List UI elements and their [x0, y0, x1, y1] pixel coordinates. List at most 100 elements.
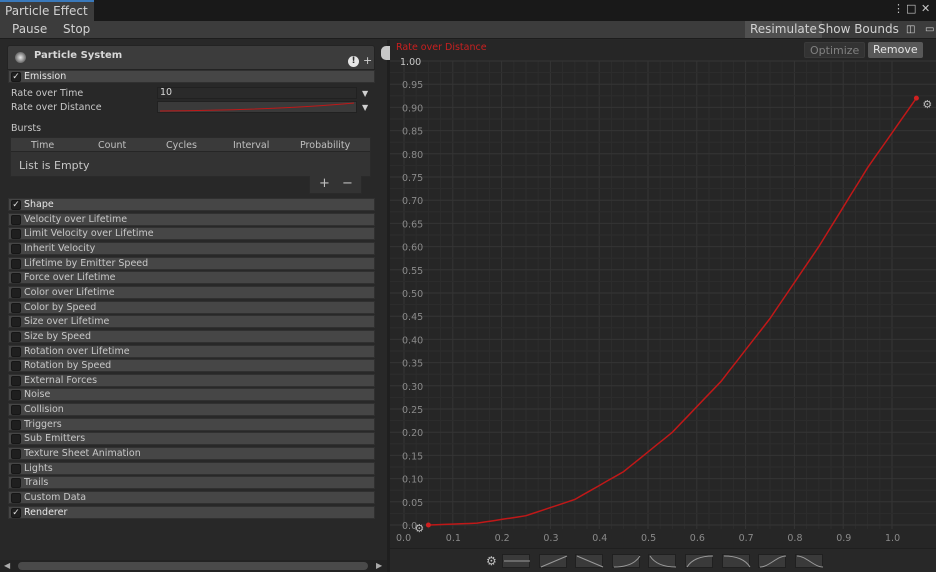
module-checkbox[interactable] — [11, 214, 21, 225]
emission-checkbox[interactable]: ✓ — [11, 72, 21, 82]
dropdown-arrow-icon[interactable]: ▼ — [362, 89, 368, 98]
resimulate-toggle[interactable]: Resimulate — [745, 21, 822, 38]
rate-over-time-field[interactable]: 10 — [157, 87, 357, 99]
rate-over-distance-curve-field[interactable] — [157, 101, 357, 113]
layout-icon[interactable]: ◫ — [901, 21, 920, 38]
curve-presets-bar: ⚙ — [390, 548, 936, 572]
module-label: Velocity over Lifetime — [24, 213, 128, 225]
empty-list-text: List is Empty — [19, 159, 90, 172]
module-checkbox[interactable] — [11, 405, 21, 416]
module-label: Size over Lifetime — [24, 316, 110, 328]
lock-icon[interactable]: ▭ — [920, 21, 936, 38]
module-checkbox[interactable] — [11, 375, 21, 386]
module-checkbox[interactable] — [11, 273, 21, 284]
scroll-right-icon[interactable]: ▶ — [376, 561, 382, 570]
scrollbar-thumb[interactable] — [18, 562, 368, 570]
module-trails[interactable]: Trails — [8, 476, 375, 490]
module-lights[interactable]: Lights — [8, 461, 375, 475]
key-gear-icon[interactable]: ⚙ — [414, 522, 424, 535]
particle-system-header[interactable]: Particle System ! + — [7, 45, 375, 70]
show-bounds-toggle[interactable]: Show Bounds — [813, 21, 904, 38]
curve-preset-button[interactable] — [721, 554, 751, 568]
scene-toolbar: Pause Stop Resimulate Show Bounds ◫ ▭ — [0, 21, 936, 39]
module-checkbox[interactable] — [11, 229, 21, 240]
key-gear-icon[interactable]: ⚙ — [922, 98, 932, 111]
module-checkbox[interactable] — [11, 317, 21, 328]
scroll-left-icon[interactable]: ◀ — [4, 561, 10, 570]
module-size-by-speed[interactable]: Size by Speed — [8, 329, 375, 343]
module-external-forces[interactable]: External Forces — [8, 373, 375, 387]
warning-icon[interactable]: ! — [348, 56, 359, 67]
maximize-icon[interactable]: □ — [906, 2, 916, 15]
x-tick-label: 0.9 — [836, 533, 851, 544]
add-burst-button[interactable]: + — [319, 176, 330, 191]
close-icon[interactable]: ✕ — [921, 2, 930, 15]
module-rotation-by-speed[interactable]: Rotation by Speed — [8, 359, 375, 373]
module-noise[interactable]: Noise — [8, 388, 375, 402]
module-checkbox[interactable]: ✓ — [11, 200, 21, 210]
module-size-over-lifetime[interactable]: Size over Lifetime — [8, 315, 375, 329]
module-limit-velocity-over-lifetime[interactable]: Limit Velocity over Lifetime — [8, 227, 375, 241]
curve-preset-button[interactable] — [575, 554, 604, 568]
module-checkbox[interactable] — [11, 449, 21, 460]
curve-preset-button[interactable] — [685, 554, 714, 568]
module-texture-sheet-animation[interactable]: Texture Sheet Animation — [8, 447, 375, 461]
x-tick-label: 0.3 — [543, 533, 558, 544]
module-collision[interactable]: Collision — [8, 403, 375, 417]
module-rotation-over-lifetime[interactable]: Rotation over Lifetime — [8, 344, 375, 358]
module-checkbox[interactable] — [11, 434, 21, 445]
stop-button[interactable]: Stop — [58, 21, 95, 38]
module-renderer[interactable]: ✓ Renderer — [8, 505, 375, 519]
module-lifetime-by-emitter-speed[interactable]: Lifetime by Emitter Speed — [8, 256, 375, 270]
preset-curve-icon — [576, 555, 604, 568]
module-checkbox[interactable] — [11, 478, 21, 489]
curve-preset-button[interactable] — [794, 554, 823, 568]
rate-over-time-label: Rate over Time — [11, 88, 84, 99]
module-force-over-lifetime[interactable]: Force over Lifetime — [8, 271, 375, 285]
curve-key-end[interactable] — [913, 95, 919, 101]
module-checkbox[interactable] — [11, 331, 21, 342]
tab-particle-effect[interactable]: Particle Effect — [0, 0, 94, 21]
horizontal-scrollbar[interactable]: ◀ ▶ — [0, 560, 387, 572]
module-velocity-over-lifetime[interactable]: Velocity over Lifetime — [8, 212, 375, 226]
curve-preset-button[interactable] — [758, 554, 787, 568]
module-checkbox[interactable]: ✓ — [11, 507, 21, 518]
module-label: Custom Data — [24, 492, 87, 503]
module-checkbox[interactable] — [11, 463, 21, 474]
module-shape[interactable]: ✓ Shape — [8, 198, 375, 211]
y-tick-label: 0.40 — [402, 335, 423, 346]
curve-chart[interactable]: 1.00 0.95 0.90 0.85 0.80 0.75 0.70 0.65 0.60 0.55… — [390, 40, 936, 548]
dropdown-arrow-icon[interactable]: ▼ — [362, 103, 368, 112]
module-checkbox[interactable] — [11, 287, 21, 298]
curve-preset-button[interactable] — [648, 554, 677, 568]
module-checkbox[interactable] — [11, 243, 21, 254]
remove-button[interactable]: Remove — [868, 42, 923, 58]
curve-key-start[interactable] — [425, 522, 431, 528]
window-menu-icon[interactable]: ⋮ — [893, 2, 904, 15]
module-checkbox[interactable] — [11, 258, 21, 269]
curve-editor[interactable]: 1.00 0.95 0.90 0.85 0.80 0.75 0.70 0.65 0.60 0.55… — [390, 40, 936, 548]
gear-icon[interactable]: ⚙ — [486, 554, 497, 568]
module-checkbox[interactable] — [11, 390, 21, 401]
module-color-by-speed[interactable]: Color by Speed — [8, 300, 375, 314]
curve-preset-button[interactable] — [502, 554, 530, 568]
module-emission[interactable]: ✓ Emission — [8, 70, 375, 83]
module-inherit-velocity[interactable]: Inherit Velocity — [8, 241, 375, 255]
pause-button[interactable]: Pause — [7, 21, 52, 38]
module-triggers[interactable]: Triggers — [8, 417, 375, 431]
add-module-icon[interactable]: + — [363, 54, 372, 67]
module-checkbox[interactable] — [11, 493, 21, 503]
optimize-button[interactable]: Optimize — [804, 42, 866, 58]
remove-burst-button[interactable]: − — [342, 176, 353, 191]
curve-preset-button[interactable] — [538, 554, 567, 568]
module-custom-data[interactable]: Custom Data — [8, 491, 375, 504]
module-checkbox[interactable] — [11, 302, 21, 313]
module-color-over-lifetime[interactable]: Color over Lifetime — [8, 285, 375, 299]
module-sub-emitters[interactable]: Sub Emitters — [8, 432, 375, 446]
module-checkbox[interactable] — [11, 419, 21, 430]
curve-preset-button[interactable] — [611, 554, 641, 568]
y-tick-label: 0.65 — [402, 219, 423, 230]
module-checkbox[interactable] — [11, 361, 21, 372]
tab-title: Particle Effect — [5, 4, 88, 18]
module-checkbox[interactable] — [11, 346, 21, 357]
